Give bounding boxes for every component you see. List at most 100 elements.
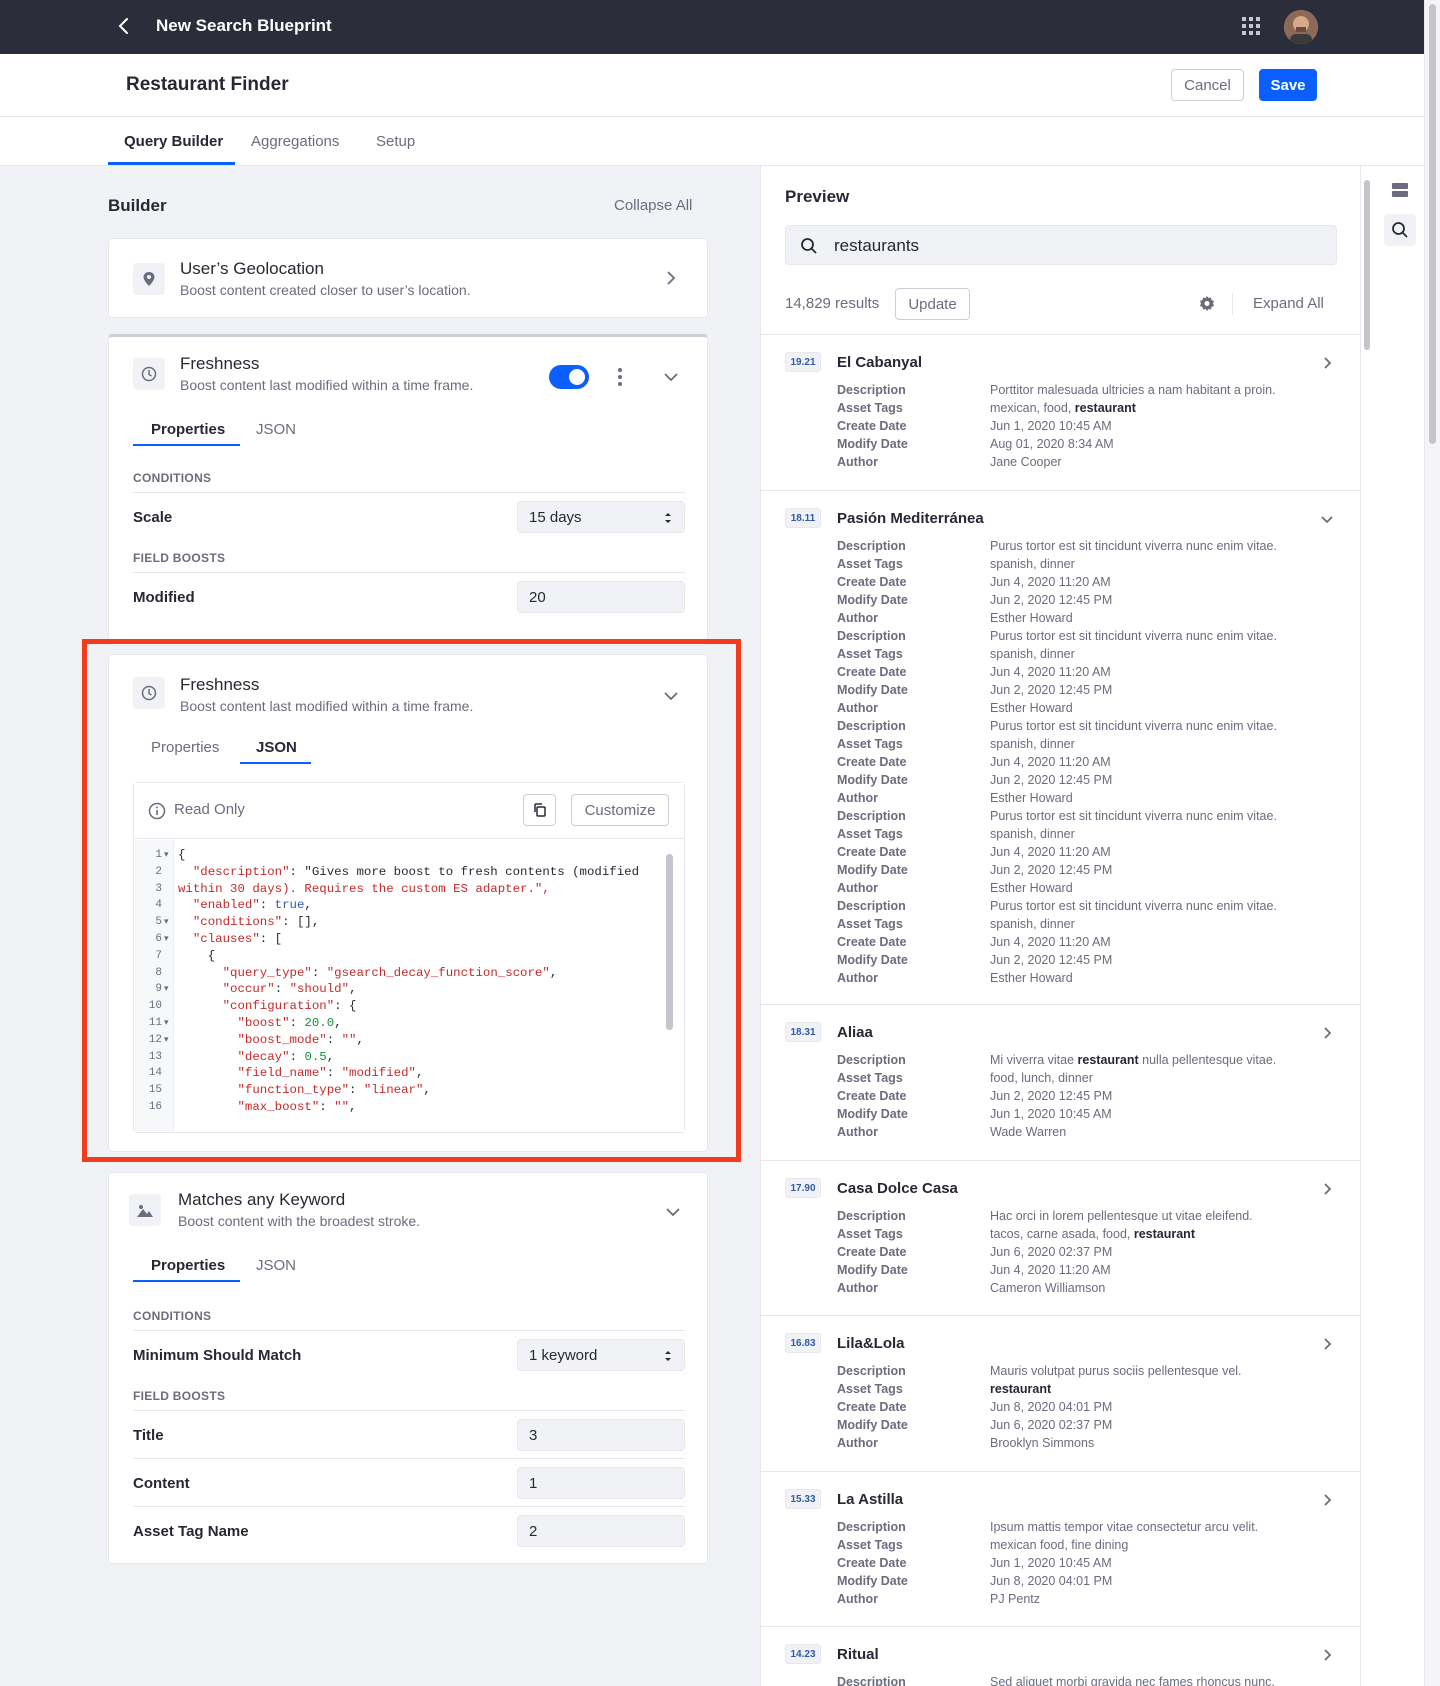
scale-select[interactable]: 15 days [517, 501, 685, 533]
prop-key: Modify Date [837, 1107, 908, 1121]
avatar[interactable] [1284, 10, 1318, 44]
highlight-box [82, 639, 741, 1162]
tab-properties[interactable]: Properties [151, 1257, 225, 1274]
prop-value: Jun 2, 2020 12:45 PM [990, 683, 1113, 697]
prop-value: Jun 2, 2020 12:45 PM [990, 773, 1113, 787]
chevron-right-icon[interactable] [1319, 1647, 1335, 1663]
asset-tag-boost-input[interactable]: 2 [517, 1515, 685, 1547]
prop-value: spanish, dinner [990, 647, 1075, 661]
prop-value: Ipsum mattis tempor vitae consectetur ar… [990, 1520, 1259, 1534]
prop-value: food, lunch, dinner [990, 1071, 1093, 1085]
prop-key: Asset Tags [837, 917, 903, 931]
tab-json[interactable]: JSON [256, 1257, 296, 1274]
result-title[interactable]: Ritual [837, 1646, 879, 1663]
msm-select[interactable]: 1 keyword [517, 1339, 685, 1371]
section-conditions: CONDITIONS [133, 1309, 212, 1323]
prop-key: Author [837, 971, 878, 985]
score-badge: 14.23 [785, 1644, 821, 1664]
result-item[interactable]: 18.31 Aliaa Description Mi viverra vitae re… [761, 1004, 1361, 1160]
geolocation-card[interactable]: User’s Geolocation Boost content created… [108, 238, 708, 318]
collapse-all-link[interactable]: Collapse All [614, 197, 692, 214]
card-subtitle: Boost content created closer to user’s l… [180, 282, 471, 298]
prop-key: Create Date [837, 935, 907, 949]
tab-json[interactable]: JSON [256, 421, 296, 438]
content-boost-label: Content [133, 1475, 190, 1492]
prop-value: spanish, dinner [990, 557, 1075, 571]
prop-key: Description [837, 383, 906, 397]
cancel-button[interactable]: Cancel [1171, 69, 1244, 101]
result-title[interactable]: Pasión Mediterránea [837, 510, 984, 527]
result-item[interactable]: 18.11 Pasión Mediterránea Description Purus… [761, 490, 1361, 1004]
enabled-toggle[interactable] [549, 365, 589, 389]
chevron-down-icon[interactable] [1319, 511, 1335, 527]
msm-label: Minimum Should Match [133, 1347, 302, 1364]
chevron-right-icon[interactable] [1319, 1181, 1335, 1197]
prop-value: Jun 4, 2020 11:20 AM [990, 575, 1111, 589]
prop-value: Sed aliquet morbi gravida nec fames rhon… [990, 1675, 1275, 1686]
select-arrows-icon [665, 513, 671, 523]
title-boost-input[interactable]: 3 [517, 1419, 685, 1451]
apps-grid-icon[interactable] [1242, 17, 1260, 35]
tab-query-builder[interactable]: Query Builder [124, 133, 223, 150]
prop-value: mexican, food, restaurant [990, 401, 1136, 415]
chevron-down-icon[interactable] [662, 368, 680, 386]
prop-key: Create Date [837, 1556, 907, 1570]
active-tab-indicator [108, 162, 235, 165]
preview-scrollbar[interactable] [1364, 180, 1370, 350]
result-item[interactable]: 19.21 El Cabanyal Description Porttitor mal… [761, 334, 1361, 490]
prop-value: Porttitor malesuada ultricies a nam habi… [990, 383, 1276, 397]
prop-key: Asset Tags [837, 647, 903, 661]
result-item[interactable]: 17.90 Casa Dolce Casa Description Hac orci … [761, 1160, 1361, 1315]
score-badge: 16.83 [785, 1333, 821, 1353]
result-title[interactable]: Lila&Lola [837, 1335, 905, 1352]
prop-key: Modify Date [837, 593, 908, 607]
prop-key: Create Date [837, 755, 907, 769]
result-title[interactable]: Casa Dolce Casa [837, 1180, 958, 1197]
prop-value: Jun 2, 2020 12:45 PM [990, 1089, 1113, 1103]
kebab-icon[interactable] [617, 367, 623, 387]
prop-key: Author [837, 701, 878, 715]
save-button[interactable]: Save [1259, 69, 1317, 101]
back-icon[interactable] [112, 14, 136, 38]
result-item[interactable]: 14.23 Ritual Description Sed aliquet morbi … [761, 1626, 1361, 1686]
prop-value: Jun 8, 2020 04:01 PM [990, 1574, 1113, 1588]
prop-key: Asset Tags [837, 557, 903, 571]
content-boost-input[interactable]: 1 [517, 1467, 685, 1499]
chevron-right-icon[interactable] [1319, 1492, 1335, 1508]
tab-aggregations[interactable]: Aggregations [251, 133, 339, 150]
tab-properties[interactable]: Properties [151, 421, 225, 438]
page-scrollbar[interactable] [1424, 0, 1440, 1686]
result-item[interactable]: 16.83 Lila&Lola Description Mauris volutpat… [761, 1315, 1361, 1471]
prop-key: Author [837, 1592, 878, 1606]
prop-key: Author [837, 1436, 878, 1450]
active-subtab-indicator [133, 1280, 240, 1282]
prop-key: Create Date [837, 1089, 907, 1103]
prop-value: Purus tortor est sit tincidunt viverra n… [990, 539, 1277, 553]
chevron-right-icon[interactable] [662, 269, 680, 287]
result-title[interactable]: Aliaa [837, 1024, 873, 1041]
panel-icon[interactable] [1384, 174, 1416, 206]
chevron-right-icon[interactable] [1319, 1336, 1335, 1352]
search-input[interactable]: restaurants [785, 225, 1337, 265]
chevron-down-icon[interactable] [664, 1203, 682, 1221]
prop-value: Jun 4, 2020 11:20 AM [990, 845, 1111, 859]
location-pin-icon [133, 263, 165, 295]
prop-value: spanish, dinner [990, 737, 1075, 751]
expand-all-link[interactable]: Expand All [1253, 295, 1324, 312]
tab-setup[interactable]: Setup [376, 133, 415, 150]
result-title[interactable]: El Cabanyal [837, 354, 922, 371]
modified-input[interactable]: 20 [517, 581, 685, 613]
result-title[interactable]: La Astilla [837, 1491, 903, 1508]
card-title: Matches any Keyword [178, 1190, 346, 1209]
result-item[interactable]: 15.33 La Astilla Description Ipsum mattis t… [761, 1471, 1361, 1626]
chevron-right-icon[interactable] [1319, 1025, 1335, 1041]
prop-value: Wade Warren [990, 1125, 1067, 1139]
prop-key: Description [837, 1675, 906, 1686]
scale-label: Scale [133, 509, 173, 526]
chevron-right-icon[interactable] [1319, 355, 1335, 371]
gear-icon[interactable] [1198, 295, 1216, 313]
prop-value: Esther Howard [990, 701, 1073, 715]
update-button[interactable]: Update [895, 288, 970, 320]
search-panel-button[interactable] [1384, 214, 1416, 246]
prop-key: Modify Date [837, 437, 908, 451]
